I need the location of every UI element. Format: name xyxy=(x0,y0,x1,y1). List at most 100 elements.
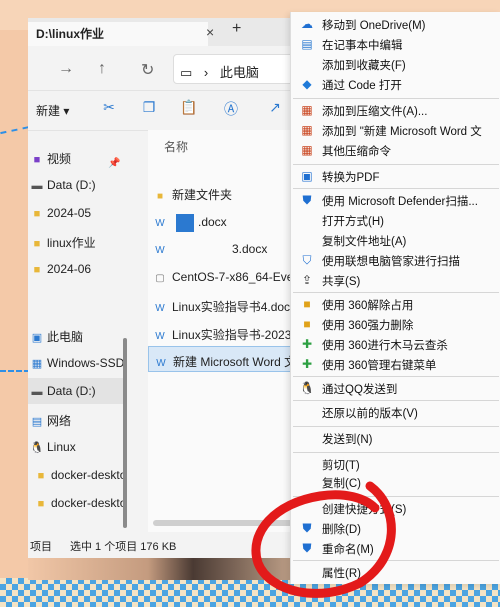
360-delete-icon: ■ xyxy=(303,317,311,331)
copy-icon[interactable]: ❐ xyxy=(140,99,158,117)
menu-item-360-unlock[interactable]: ■ 使用 360解除占用 xyxy=(291,294,500,314)
sidebar-item-label: Data (D:) xyxy=(47,384,96,398)
tab-title: D:\linux作业 xyxy=(36,27,104,41)
vscode-icon: ◆ xyxy=(302,77,312,91)
new-button-label: 新建 xyxy=(36,104,61,118)
menu-item-convert-to-pdf[interactable]: ▣ 转换为PDF xyxy=(291,166,500,186)
qq-penguin-icon: 🐧 xyxy=(299,381,315,395)
menu-item-add-to-named-archive[interactable]: ▦ 添加到 "新建 Microsoft Word 文 xyxy=(291,120,500,140)
new-tab-icon[interactable]: + xyxy=(232,20,241,38)
sidebar-item-label: Linux xyxy=(47,440,76,454)
menu-item-share[interactable]: ⇪ 共享(S) xyxy=(291,270,500,290)
menu-item-360-trojan-scan[interactable]: ✚ 使用 360进行木马云查杀 xyxy=(291,334,500,354)
folder-icon: ■ xyxy=(33,264,41,276)
sidebar-item-label: 2024-06 xyxy=(47,262,92,276)
folder-icon: ■ xyxy=(37,470,45,482)
onedrive-cloud-icon: ☁ xyxy=(301,17,313,31)
menu-item-360-force-delete[interactable]: ■ 使用 360强力删除 xyxy=(291,314,500,334)
chevron-down-icon: ▾ xyxy=(63,104,70,118)
word-document-icon: W xyxy=(156,358,166,369)
menu-item-lenovo-scan[interactable]: ⛉ 使用联想电脑管家进行扫描 xyxy=(291,250,500,270)
breadcrumb-chevron-icon: › xyxy=(203,65,209,80)
sidebar-item-linux-homework[interactable]: ■ linux作业 xyxy=(28,228,123,254)
sidebar-item-this-pc[interactable]: ▣ 此电脑 xyxy=(28,322,123,348)
word-document-icon: W xyxy=(155,245,165,256)
pdf-icon: ▣ xyxy=(301,169,313,183)
menu-item-other-compress[interactable]: ▦ 其他压缩命令 xyxy=(291,140,500,160)
network-icon: ▤ xyxy=(31,416,43,428)
sidebar-item-network[interactable]: ▤ 网络 xyxy=(28,406,123,432)
menu-divider xyxy=(293,400,499,401)
up-arrow-icon[interactable]: ↑ xyxy=(98,60,106,78)
lenovo-shield-icon: ⛉ xyxy=(302,253,312,267)
menu-item-defender-scan[interactable]: ⛊ 使用 Microsoft Defender扫描... xyxy=(291,190,500,210)
menu-item-send-via-qq[interactable]: 🐧 通过QQ发送到 xyxy=(291,378,500,398)
sidebar-item-2024-05[interactable]: ■ 2024-05 xyxy=(28,200,123,226)
archive-icon: ▦ xyxy=(301,103,313,117)
sidebar-item-data-d-selected[interactable]: ▬ Data (D:) xyxy=(28,378,123,404)
forward-arrow-icon[interactable]: → xyxy=(58,60,74,78)
menu-item-open-with-code[interactable]: ◆ 通过 Code 打开 xyxy=(291,74,500,94)
drive-icon: ▬ xyxy=(31,180,43,192)
navigation-pane: ■ 视频 ▬ Data (D:) ■ 2024-05 ■ linux作业 ■ 2024-0… xyxy=(28,130,123,540)
column-header-name[interactable]: 名称 xyxy=(164,138,188,155)
menu-item-copy-path[interactable]: 复制文件地址(A) xyxy=(291,230,500,250)
word-document-icon: W xyxy=(155,218,165,230)
folder-icon: ■ xyxy=(33,238,41,250)
menu-divider xyxy=(293,188,499,189)
sidebar-item-linux[interactable]: 🐧 Linux xyxy=(28,434,123,460)
windows-drive-icon: ▦ xyxy=(31,358,43,370)
menu-item-restore-previous[interactable]: 还原以前的版本(V) xyxy=(291,402,500,422)
refresh-icon[interactable]: ↻ xyxy=(141,60,154,80)
menu-item-add-to-favorites[interactable]: 添加到收藏夹(F) xyxy=(291,54,500,74)
folder-icon: ■ xyxy=(156,191,164,202)
menu-item-move-to-onedrive[interactable]: ☁ 移动到 OneDrive(M) xyxy=(291,14,500,34)
menu-divider xyxy=(293,426,499,427)
sidebar-item-windows-ssd[interactable]: ▦ Windows-SSD xyxy=(28,350,123,376)
menu-item-open-with[interactable]: 打开方式(H) xyxy=(291,210,500,230)
notepad-icon: ▤ xyxy=(301,37,313,51)
tab-current-folder[interactable]: D:\linux作业 xyxy=(28,22,208,46)
tab-close-icon[interactable]: × xyxy=(206,24,214,40)
cut-icon[interactable]: ✂ xyxy=(100,99,118,117)
sidebar-item-label: 视频 xyxy=(47,152,72,166)
paste-icon[interactable]: 📋 xyxy=(180,99,198,117)
navigation-scrollbar[interactable] xyxy=(123,338,127,528)
defender-shield-icon: ⛊ xyxy=(302,193,312,207)
sidebar-item-data-d[interactable]: ▬ Data (D:) xyxy=(28,172,123,198)
sidebar-item-2024-06[interactable]: ■ 2024-06 xyxy=(28,256,123,282)
sidebar-item-label: Windows-SSD xyxy=(47,356,123,370)
word-document-icon: W xyxy=(155,303,165,314)
360-unlock-icon: ■ xyxy=(303,297,311,311)
menu-item-send-to[interactable]: 发送到(N) xyxy=(291,428,500,448)
status-selection: 选中 1 个项目 176 KB xyxy=(70,541,177,553)
sidebar-item-label: linux作业 xyxy=(47,236,96,250)
menu-divider xyxy=(293,164,499,165)
share-icon: ⇪ xyxy=(301,273,313,287)
folder-icon: ■ xyxy=(37,498,45,510)
computer-icon: ▣ xyxy=(31,332,43,344)
menu-item-add-to-archive[interactable]: ▦ 添加到压缩文件(A)... xyxy=(291,100,500,120)
archive-icon: ▦ xyxy=(301,143,313,157)
share-icon[interactable]: ↗ xyxy=(266,99,284,117)
sidebar-item-label: docker-deskto xyxy=(51,496,123,510)
pin-icon[interactable]: 📌 xyxy=(108,158,120,169)
breadcrumb-this-pc: 此电脑 xyxy=(219,65,259,80)
menu-item-cut[interactable]: 剪切(T) xyxy=(291,454,500,474)
new-button[interactable]: 新建 ▾ xyxy=(36,102,69,119)
archive-icon: ▦ xyxy=(301,123,313,137)
menu-item-edit-in-notepad[interactable]: ▤ 在记事本中编辑 xyxy=(291,34,500,54)
360-plus-icon: ✚ xyxy=(301,337,313,351)
menu-item-360-manage-menu[interactable]: ✚ 使用 360管理右键菜单 xyxy=(291,354,500,374)
monitor-icon: ▭ xyxy=(180,65,193,80)
word-document-icon: W xyxy=(155,331,165,342)
sidebar-item-docker-desktop-1[interactable]: ■ docker-deskto xyxy=(28,462,123,488)
rename-icon[interactable]: Ⓐ xyxy=(222,99,240,117)
sidebar-item-label: Data (D:) xyxy=(47,178,96,192)
sidebar-item-label: docker-deskto xyxy=(51,468,123,482)
sidebar-item-label: 网络 xyxy=(47,414,72,428)
folder-icon: ■ xyxy=(33,208,41,220)
menu-divider xyxy=(293,452,499,453)
sidebar-item-docker-desktop-2[interactable]: ■ docker-deskto xyxy=(28,490,123,516)
menu-divider xyxy=(293,292,499,293)
